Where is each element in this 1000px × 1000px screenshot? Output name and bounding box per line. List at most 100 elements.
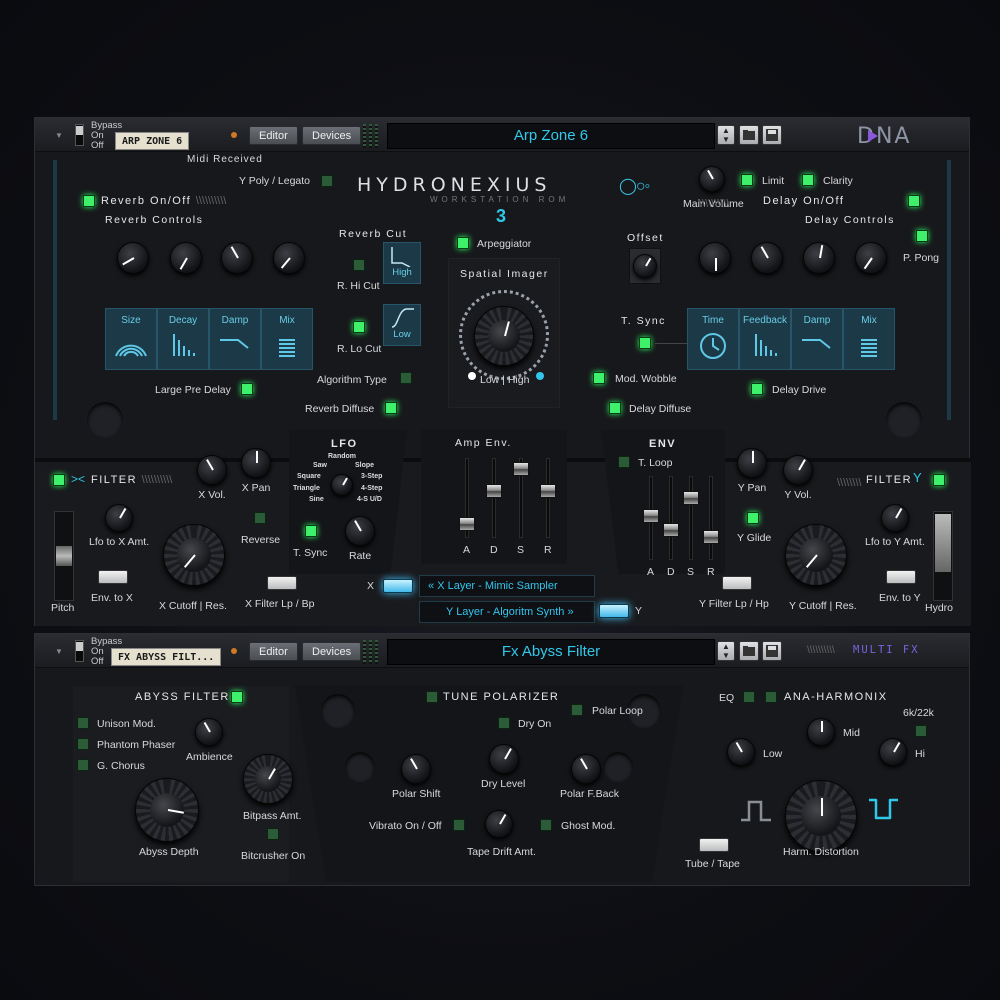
delay-diffuse-toggle[interactable] [609,402,621,414]
x-pan-knob[interactable] [241,448,271,478]
reverb-onoff-toggle[interactable] [83,195,95,207]
limit-toggle[interactable] [741,174,753,186]
algorithm-type-toggle[interactable] [400,372,412,384]
delay-damp-knob[interactable] [803,242,835,274]
x-cutoff-knob[interactable] [163,524,225,586]
reverb-damp-tile[interactable]: Damp [209,308,261,370]
env-fader-s[interactable] [683,476,699,560]
delay-onoff-toggle[interactable] [908,195,920,207]
amp-env-fader-a[interactable] [459,458,475,538]
delay-time-tile[interactable]: Time [687,308,739,370]
amp-env-fader-d[interactable] [486,458,502,538]
dry-level-knob[interactable] [489,744,519,774]
abyss-filter-toggle[interactable] [231,691,243,703]
delay-mix-knob[interactable] [855,242,887,274]
amp-env-fader-cap[interactable] [486,484,502,499]
env-fader-cap[interactable] [703,529,719,544]
r-lo-cut-toggle[interactable] [353,321,365,333]
filter-x-toggle[interactable] [53,474,65,486]
env-fader-cap[interactable] [643,508,659,523]
eq-mid-knob[interactable] [807,718,835,746]
delay-feedback-tile[interactable]: Feedback [739,308,791,370]
large-pre-delay-toggle[interactable] [241,383,253,395]
save-icon[interactable] [762,125,782,145]
harm-distortion-knob[interactable] [785,780,857,852]
y-vol-knob[interactable] [783,455,813,485]
reverb-decay-tile[interactable]: Decay [157,308,209,370]
mod-wobble-toggle[interactable] [593,372,605,384]
patch-display[interactable]: Arp Zone 6 [387,123,715,149]
reverb-decay-knob[interactable] [170,242,202,274]
r-hi-cut-toggle[interactable] [353,259,365,271]
collapse-arrow-icon[interactable]: ▼ [55,131,63,140]
phantom-phaser-toggle[interactable] [77,738,89,750]
polar-fback-knob[interactable] [571,754,601,784]
unison-mod-toggle[interactable] [77,717,89,729]
amp-env-fader-cap[interactable] [513,462,529,477]
abyss-depth-knob[interactable] [135,778,199,842]
ambience-knob[interactable] [195,718,223,746]
tape-drift-knob[interactable] [485,810,513,838]
fx-patch-name-label[interactable]: FX ABYSS FILT... [111,648,222,666]
lfo-wave-triangle[interactable]: Triangle [293,485,320,492]
delay-time-knob[interactable] [699,242,731,274]
eq-low-knob[interactable] [727,738,755,766]
lfo-wave-3step[interactable]: 3-Step [361,473,382,480]
tube-tape-toggle[interactable] [699,838,729,852]
lfo-wave-4step[interactable]: 4-Step [361,485,382,492]
high-cut-tile[interactable]: High [383,242,421,284]
x-vol-knob[interactable] [197,455,227,485]
t-sync-toggle[interactable] [639,337,651,349]
delay-mix-tile[interactable]: Mix [843,308,895,370]
editor-button[interactable]: Editor [249,126,298,145]
ana-harmonix-toggle[interactable] [765,691,777,703]
amp-env-fader-cap[interactable] [540,484,556,499]
devices-button[interactable]: Devices [302,126,362,145]
delay-damp-tile[interactable]: Damp [791,308,843,370]
lfo-wave-saw[interactable]: Saw [313,462,327,469]
fx-collapse-arrow-icon[interactable]: ▼ [55,647,63,656]
offset-knob[interactable] [633,254,657,278]
env-fader-cap[interactable] [663,522,679,537]
lfo-to-y-knob[interactable] [881,504,909,532]
main-volume-knob[interactable] [699,166,725,192]
fx-patch-display[interactable]: Fx Abyss Filter [387,639,715,665]
reverb-damp-knob[interactable] [221,242,253,274]
delay-feedback-knob[interactable] [751,242,783,274]
y-filter-lp-toggle[interactable] [722,576,752,590]
reverb-mix-tile[interactable]: Mix [261,308,313,370]
pitch-wheel[interactable] [54,511,74,601]
lfo-wave-sine[interactable]: Sine [309,496,324,503]
lfo-wave-4su-d[interactable]: 4-S U/D [357,496,382,503]
reverb-diffuse-toggle[interactable] [385,402,397,414]
tune-polarizer-toggle[interactable] [426,691,438,703]
fx-editor-button[interactable]: Editor [249,642,298,661]
fx-folder-icon[interactable] [739,641,759,661]
x-layer-select-button[interactable] [383,579,413,593]
y-poly-toggle[interactable] [321,175,333,187]
hydro-wheel[interactable] [933,511,953,601]
amp-env-fader-r[interactable] [540,458,556,538]
up-down-arrows-icon[interactable]: ▲ ▼ [717,125,735,145]
lfo-wave-knob[interactable] [331,474,353,496]
env-to-x-toggle[interactable] [98,570,128,584]
env-fader-cap[interactable] [683,491,699,505]
lfo-wave-square[interactable]: Square [297,473,321,480]
freq-toggle[interactable] [915,725,927,737]
fx-up-down-arrows-icon[interactable]: ▲ ▼ [717,641,735,661]
lfo-to-x-knob[interactable] [105,504,133,532]
bypass-switch[interactable] [75,124,84,146]
amp-env-fader-s[interactable] [513,458,529,538]
patch-name-label[interactable]: ARP ZONE 6 [115,132,190,150]
clarity-toggle[interactable] [802,174,814,186]
low-cut-tile[interactable]: Low [383,304,421,346]
y-layer-selector[interactable]: Y Layer - Algoritm Synth » [419,601,595,623]
vibrato-toggle[interactable] [453,819,465,831]
env-fader-r[interactable] [703,476,719,560]
reverse-toggle[interactable] [254,512,266,524]
reverb-size-knob[interactable] [117,242,149,274]
polar-loop-toggle[interactable] [571,704,583,716]
y-glide-toggle[interactable] [747,512,759,524]
polar-shift-knob[interactable] [401,754,431,784]
arpeggiator-toggle[interactable] [457,237,469,249]
